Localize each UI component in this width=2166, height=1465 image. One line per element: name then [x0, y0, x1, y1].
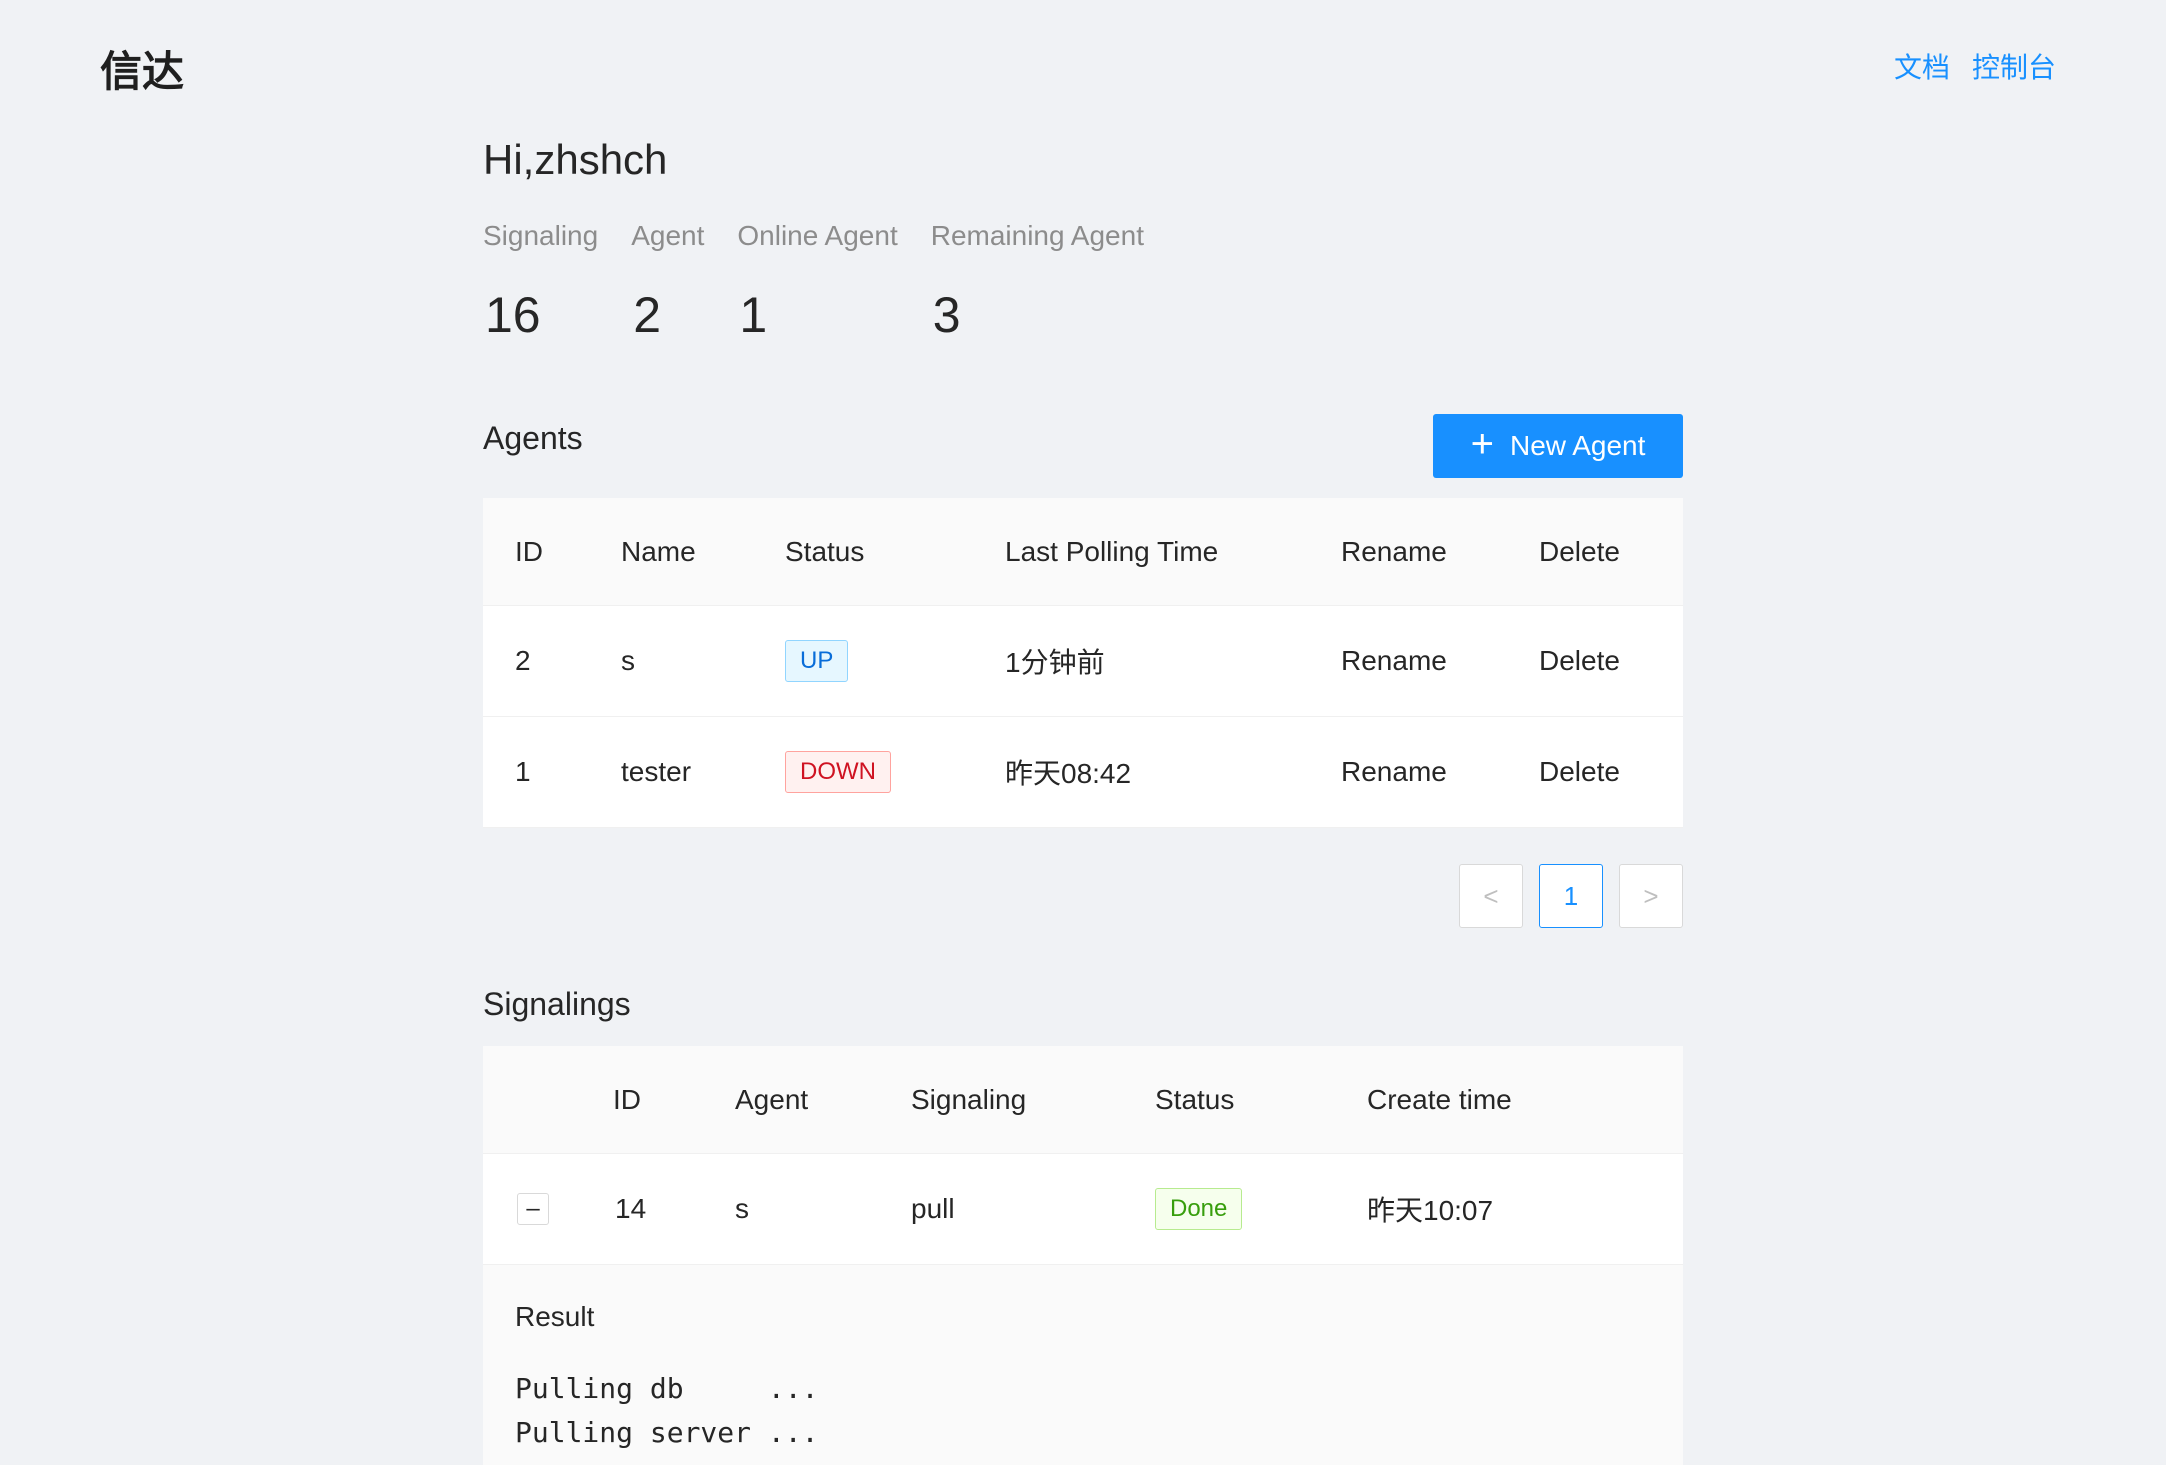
top-nav: 文档 控制台 — [1894, 46, 2056, 86]
page-1-button[interactable]: 1 — [1539, 864, 1603, 928]
col-id: ID — [613, 1083, 641, 1115]
agents-pagination: < 1 > — [1459, 864, 1683, 928]
status-badge: Done — [1155, 1188, 1243, 1230]
status-cell: UP — [785, 640, 849, 682]
agent-name: s — [621, 645, 635, 676]
agents-section-title: Agents — [483, 420, 583, 456]
stat-label: Agent — [631, 220, 705, 251]
agent-id: 1 — [515, 756, 531, 787]
stat-value: 3 — [932, 287, 961, 343]
table-row: – 14 s pull Done 昨天10:07 — [483, 1154, 1683, 1265]
brand-logo-text: 信达 — [100, 48, 185, 95]
rename-link[interactable]: Rename — [1341, 645, 1447, 677]
stat-value: 16 — [485, 287, 541, 343]
greeting-title: Hi,zhshch — [483, 136, 668, 183]
next-page-button[interactable]: > — [1619, 864, 1683, 928]
new-agent-label: New Agent — [1509, 430, 1646, 461]
col-status: Status — [1155, 1083, 1235, 1115]
agents-table-header: ID Name Status Last Polling Time Rename … — [483, 498, 1683, 606]
stats-row: Signaling 16 Agent 2 Online Agent 1 Rema… — [483, 220, 1177, 344]
col-agent: Agent — [735, 1083, 809, 1115]
delete-link[interactable]: Delete — [1539, 645, 1620, 677]
col-last-polling: Last Polling Time — [1005, 535, 1219, 567]
status-badge: DOWN — [785, 751, 891, 793]
top-header: 信达 文档 控制台 — [0, 0, 2166, 128]
signalings-table-header: ID Agent Signaling Status Create time — [483, 1046, 1683, 1154]
signaling-create-time: 昨天10:07 — [1367, 1195, 1494, 1226]
table-row: 2 s UP 1分钟前 Rename Delete — [483, 606, 1683, 717]
stat-online-agent: Online Agent 1 — [737, 220, 897, 344]
status-cell: Done — [1155, 1188, 1243, 1230]
stat-value: 1 — [739, 287, 768, 343]
col-create-time: Create time — [1367, 1083, 1512, 1115]
stat-label: Remaining Agent — [930, 220, 1144, 251]
chevron-right-icon: > — [1643, 880, 1659, 911]
agents-table: ID Name Status Last Polling Time Rename … — [483, 498, 1683, 828]
stat-signaling: Signaling 16 — [483, 220, 598, 344]
result-label: Result — [515, 1301, 595, 1332]
collapse-row-button[interactable]: – — [517, 1193, 549, 1225]
nav-console-link[interactable]: 控制台 — [1972, 46, 2056, 86]
new-agent-button[interactable]: + New Agent — [1433, 414, 1683, 478]
stat-label: Signaling — [483, 220, 599, 251]
agent-last-polling: 1分钟前 — [1005, 647, 1105, 678]
col-delete: Delete — [1539, 535, 1620, 567]
status-cell: DOWN — [785, 751, 891, 793]
stat-label: Online Agent — [737, 220, 898, 251]
stat-remaining-agent: Remaining Agent 3 — [931, 220, 1144, 344]
col-rename: Rename — [1341, 535, 1447, 567]
signaling-agent: s — [735, 1193, 749, 1224]
stat-value: 2 — [633, 287, 662, 343]
result-output: Pulling db ... Pulling server ... — [515, 1372, 819, 1449]
plus-icon: + — [1470, 422, 1494, 466]
chevron-left-icon: < — [1483, 880, 1499, 911]
col-name: Name — [621, 535, 696, 567]
agent-last-polling: 昨天08:42 — [1005, 758, 1132, 789]
signaling-id: 14 — [615, 1193, 647, 1224]
col-signaling: Signaling — [911, 1083, 1027, 1115]
table-row: 1 tester DOWN 昨天08:42 Rename Delete — [483, 717, 1683, 828]
col-id: ID — [515, 535, 543, 567]
expanded-row-detail: Result Pulling db ... Pulling server ... — [483, 1265, 1683, 1465]
agent-name: tester — [621, 756, 692, 787]
minus-icon: – — [526, 1195, 540, 1222]
signaling-type: pull — [911, 1193, 955, 1224]
rename-link[interactable]: Rename — [1341, 756, 1447, 788]
status-badge: UP — [785, 640, 849, 682]
col-status: Status — [785, 535, 865, 567]
nav-docs-link[interactable]: 文档 — [1894, 46, 1950, 86]
signalings-table: ID Agent Signaling Status Create time – … — [483, 1046, 1683, 1465]
expand-cell: – — [517, 1193, 549, 1225]
stat-agent: Agent 2 — [631, 220, 704, 344]
agent-id: 2 — [515, 645, 531, 676]
delete-link[interactable]: Delete — [1539, 756, 1620, 788]
prev-page-button[interactable]: < — [1459, 864, 1523, 928]
signalings-section-title: Signalings — [483, 986, 631, 1022]
